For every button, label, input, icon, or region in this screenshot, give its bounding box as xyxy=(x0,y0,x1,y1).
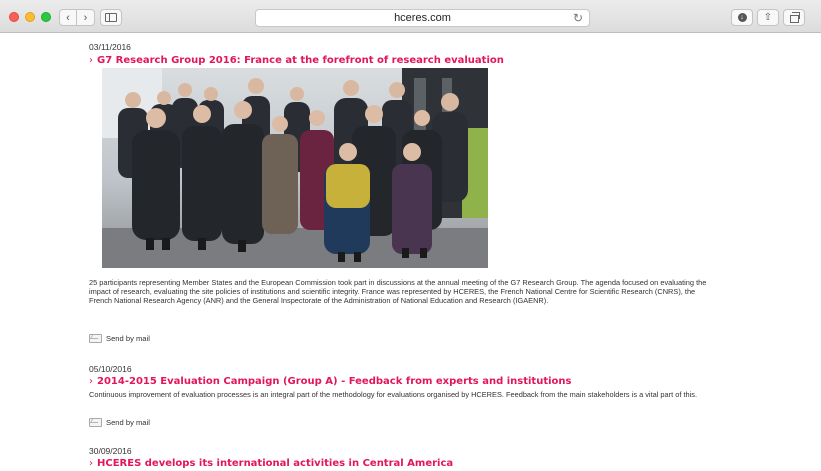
download-icon: ↓ xyxy=(737,13,747,22)
page-content[interactable]: 03/11/2016 › G7 Research Group 2016: Fran… xyxy=(0,33,821,471)
reload-icon[interactable]: ↻ xyxy=(573,11,583,25)
browser-toolbar: ‹ › hceres.com ↻ ↓ ⇧ xyxy=(0,0,821,33)
close-window-button[interactable] xyxy=(9,12,19,22)
minimize-window-button[interactable] xyxy=(25,12,35,22)
chevron-right-icon: › xyxy=(89,55,93,66)
forward-button[interactable]: › xyxy=(77,9,95,26)
article-title-link[interactable]: › G7 Research Group 2016: France at the f… xyxy=(89,55,504,66)
article-photo xyxy=(102,68,488,268)
article-summary: Continuous improvement of evaluation pro… xyxy=(89,390,697,399)
chevron-right-icon: › xyxy=(89,376,93,387)
show-tabs-button[interactable] xyxy=(783,9,805,26)
chevron-left-icon: ‹ xyxy=(66,11,70,24)
back-button[interactable]: ‹ xyxy=(59,9,77,26)
send-by-mail-link[interactable]: Send by mail xyxy=(89,334,150,343)
address-bar[interactable]: hceres.com ↻ xyxy=(255,9,590,27)
url-text: hceres.com xyxy=(394,12,451,24)
share-icon: ⇧ xyxy=(763,12,773,23)
envelope-icon xyxy=(89,418,102,427)
zoom-window-button[interactable] xyxy=(41,12,51,22)
article-title: HCERES develops its international activi… xyxy=(97,458,454,469)
chevron-right-icon: › xyxy=(89,458,93,469)
article-title: 2014-2015 Evaluation Campaign (Group A) … xyxy=(97,376,572,387)
article-date: 05/10/2016 xyxy=(89,364,132,374)
chevron-right-icon: › xyxy=(83,11,88,24)
sidebar-toggle-button[interactable] xyxy=(100,9,122,26)
send-by-mail-link[interactable]: Send by mail xyxy=(89,418,150,427)
sidebar-icon xyxy=(105,13,117,22)
article-title-link[interactable]: › HCERES develops its international activ… xyxy=(89,458,453,469)
article-date: 30/09/2016 xyxy=(89,446,132,456)
navigation-buttons: ‹ › xyxy=(59,9,95,26)
article-summary: 25 participants representing Member Stat… xyxy=(89,278,707,305)
envelope-icon xyxy=(89,334,102,343)
share-button[interactable]: ⇧ xyxy=(757,9,779,26)
send-by-mail-label: Send by mail xyxy=(106,334,150,343)
article-title: G7 Research Group 2016: France at the fo… xyxy=(97,55,504,66)
group-photo-image xyxy=(102,68,488,268)
browser-window: ‹ › hceres.com ↻ ↓ ⇧ 03/11/2016 › G7 Rese… xyxy=(0,0,821,471)
send-by-mail-label: Send by mail xyxy=(106,418,150,427)
article-title-link[interactable]: › 2014-2015 Evaluation Campaign (Group A)… xyxy=(89,376,571,387)
article-date: 03/11/2016 xyxy=(89,42,131,52)
tabs-icon xyxy=(789,11,800,23)
downloads-button[interactable]: ↓ xyxy=(731,9,753,26)
